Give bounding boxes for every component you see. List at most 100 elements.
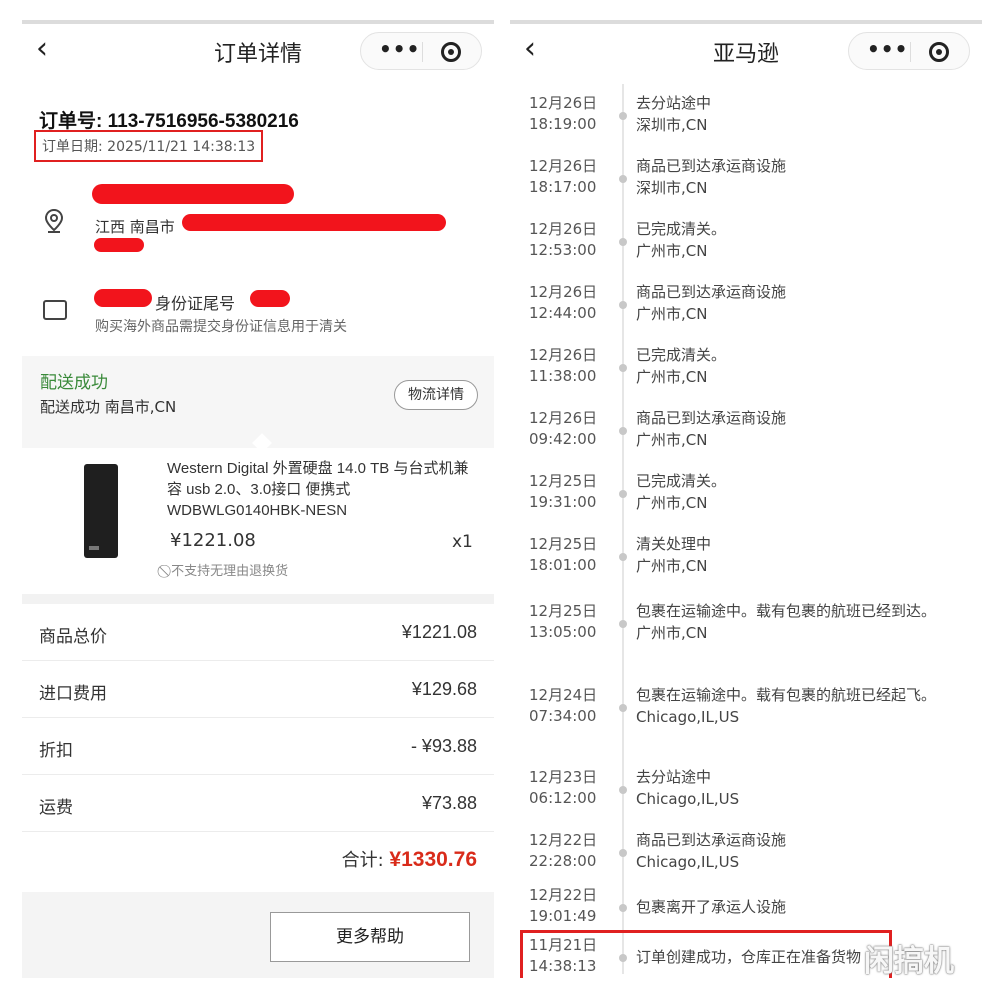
product-quantity: x1	[452, 532, 473, 552]
event-text: 已完成清关。	[636, 220, 727, 238]
timeline-dot	[619, 301, 627, 309]
total-amount: ¥1330.76	[389, 848, 477, 871]
event-time: 11:38:00	[529, 367, 597, 385]
close-target-icon[interactable]	[929, 42, 949, 62]
event-description: 商品已到达承运商设施 广州市,CN	[636, 281, 956, 325]
event-time: 06:12:00	[529, 789, 597, 807]
event-time: 13:05:00	[529, 623, 597, 641]
event-place: 广州市,CN	[636, 431, 708, 449]
capsule-divider	[910, 42, 911, 62]
timeline-dot	[619, 364, 627, 372]
event-time: 07:34:00	[529, 707, 597, 725]
timeline-dot	[619, 490, 627, 498]
event-place: 广州市,CN	[636, 494, 708, 512]
event-place: 深圳市,CN	[636, 116, 708, 134]
event-text: 包裹离开了承运人设施	[636, 898, 787, 916]
event-date: 12月24日	[529, 686, 598, 704]
id-card-icon	[43, 300, 67, 320]
event-text: 商品已到达承运商设施	[636, 157, 787, 175]
product-name[interactable]: Western Digital 外置硬盘 14.0 TB 与台式机兼容 usb …	[167, 458, 477, 521]
summary-label: 折扣	[39, 741, 73, 761]
timeline-dot	[619, 704, 627, 712]
no-return-notice: ⃠ 不支持无理由退换货	[167, 564, 289, 579]
miniprogram-capsule: •••	[848, 32, 970, 70]
event-description: 商品已到达承运商设施 广州市,CN	[636, 407, 956, 451]
event-time: 19:31:00	[529, 493, 597, 511]
order-total: 合计: ¥1330.76	[342, 846, 477, 872]
summary-label: 进口费用	[39, 684, 107, 704]
event-text: 已完成清关。	[636, 472, 727, 490]
summary-value: ¥73.88	[421, 793, 477, 813]
watermark: 闲搞机	[864, 944, 954, 979]
summary-value: - ¥93.88	[410, 736, 477, 756]
event-time: 19:01:49	[529, 907, 597, 925]
event-text: 去分站途中	[636, 768, 712, 786]
event-place: 广州市,CN	[636, 368, 708, 386]
event-place: 广州市,CN	[636, 305, 708, 323]
timeline-dot	[619, 620, 627, 628]
address-prefix: 江西 南昌市	[95, 218, 175, 236]
product-image[interactable]	[84, 464, 118, 558]
event-date: 12月26日	[529, 94, 598, 112]
order-date: 订单日期: 2025/11/21 14:38:13	[34, 130, 264, 162]
miniprogram-capsule: •••	[360, 32, 482, 70]
logistics-detail-button[interactable]: 物流详情	[394, 380, 478, 410]
tracking-panel: ‹ 亚马逊 ••• 12月26日 18:19:00 去分站途中 深圳市,CN 12…	[510, 20, 982, 978]
location-pin-icon	[44, 208, 64, 233]
timeline-line	[622, 84, 624, 974]
timeline-dot	[619, 553, 627, 561]
event-date: 12月22日	[529, 886, 598, 904]
timeline-dot	[619, 849, 627, 857]
redacted-address-tail	[94, 238, 144, 252]
summary-row-shipping: 运费 ¥73.88	[22, 775, 494, 832]
top-bar: ‹ 亚马逊 •••	[510, 24, 982, 82]
event-place: 深圳市,CN	[636, 179, 708, 197]
event-date: 12月25日	[529, 602, 598, 620]
delivery-status: 配送成功	[40, 373, 108, 393]
close-target-icon[interactable]	[441, 42, 461, 62]
event-date: 12月25日	[529, 472, 598, 490]
event-date: 12月23日	[529, 768, 598, 786]
event-date: 12月26日	[529, 220, 598, 238]
event-place: Chicago,IL,US	[636, 708, 740, 726]
id-tip: 购买海外商品需提交身份证信息用于清关	[95, 319, 347, 335]
id-label: 身份证尾号	[155, 294, 236, 313]
more-icon[interactable]: •••	[379, 37, 420, 61]
event-description: 去分站途中 深圳市,CN	[636, 92, 956, 136]
event-text: 清关处理中	[636, 535, 712, 553]
capsule-divider	[422, 42, 423, 62]
event-date: 12月26日	[529, 409, 598, 427]
summary-row-subtotal: 商品总价 ¥1221.08	[22, 604, 494, 661]
total-label: 合计:	[341, 850, 384, 871]
event-description: 包裹在运输途中。载有包裹的航班已经到达。 广州市,CN	[636, 600, 956, 644]
more-icon[interactable]: •••	[867, 37, 908, 61]
event-place: Chicago,IL,US	[636, 790, 740, 808]
more-help-button[interactable]: 更多帮助	[270, 912, 470, 962]
event-description: 商品已到达承运商设施 深圳市,CN	[636, 155, 956, 199]
event-time: 12:53:00	[529, 241, 597, 259]
summary-row-discount: 折扣 - ¥93.88	[22, 718, 494, 775]
order-detail-panel: ‹ 订单详情 ••• 订单号: 113-7516956-5380216 订单日期…	[22, 20, 494, 978]
summary-row-import-fee: 进口费用 ¥129.68	[22, 661, 494, 718]
order-number: 订单号: 113-7516956-5380216	[39, 111, 299, 132]
event-description: 包裹在运输途中。载有包裹的航班已经起飞。 Chicago,IL,US	[636, 684, 956, 728]
top-bar: ‹ 订单详情 •••	[22, 24, 494, 82]
event-place: 广州市,CN	[636, 624, 708, 642]
event-text: 商品已到达承运商设施	[636, 831, 787, 849]
event-description: 商品已到达承运商设施 Chicago,IL,US	[636, 829, 956, 873]
event-description: 包裹离开了承运人设施	[636, 896, 956, 918]
timeline-dot	[619, 427, 627, 435]
event-time: 18:17:00	[529, 178, 597, 196]
timeline-dot	[619, 904, 627, 912]
event-time: 09:42:00	[529, 430, 597, 448]
timeline-dot	[619, 786, 627, 794]
summary-label: 运费	[39, 798, 73, 818]
event-time: 22:28:00	[529, 852, 597, 870]
summary-value: ¥1221.08	[401, 622, 477, 642]
event-text: 包裹在运输途中。载有包裹的航班已经起飞。	[636, 686, 937, 704]
event-place: 广州市,CN	[636, 557, 708, 575]
timeline-dot	[619, 112, 627, 120]
delivery-location: 配送成功 南昌市,CN	[40, 398, 177, 416]
highlight-box	[520, 930, 892, 978]
event-description: 去分站途中 Chicago,IL,US	[636, 766, 956, 810]
